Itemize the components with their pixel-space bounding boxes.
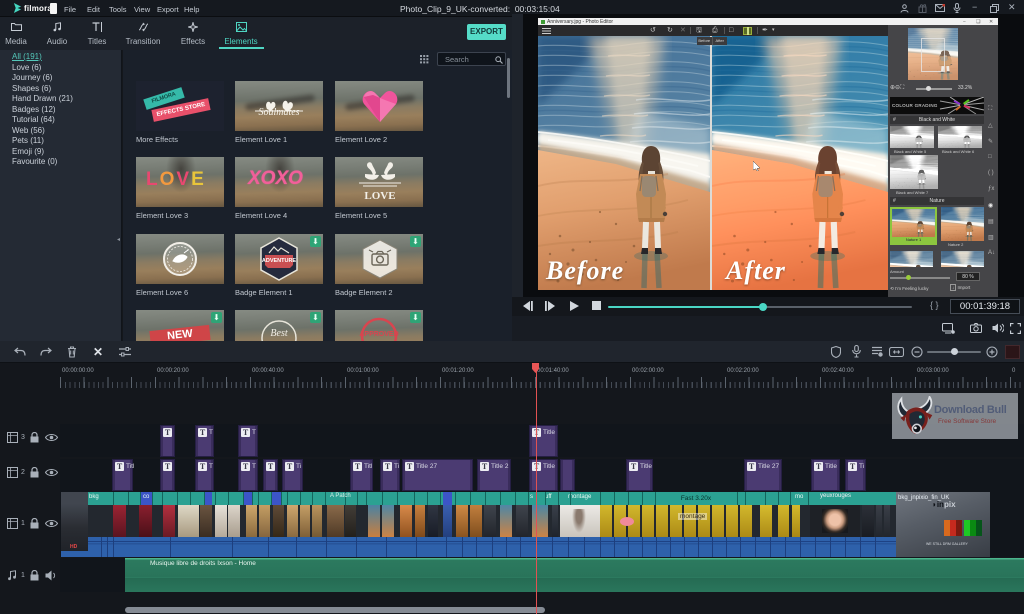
svg-text:APPROVED: APPROVED — [359, 331, 398, 338]
svg-text:Best: Best — [270, 328, 287, 339]
svg-text:ADVENTURE: ADVENTURE — [262, 258, 297, 264]
svg-text:LOVE: LOVE — [364, 190, 395, 202]
